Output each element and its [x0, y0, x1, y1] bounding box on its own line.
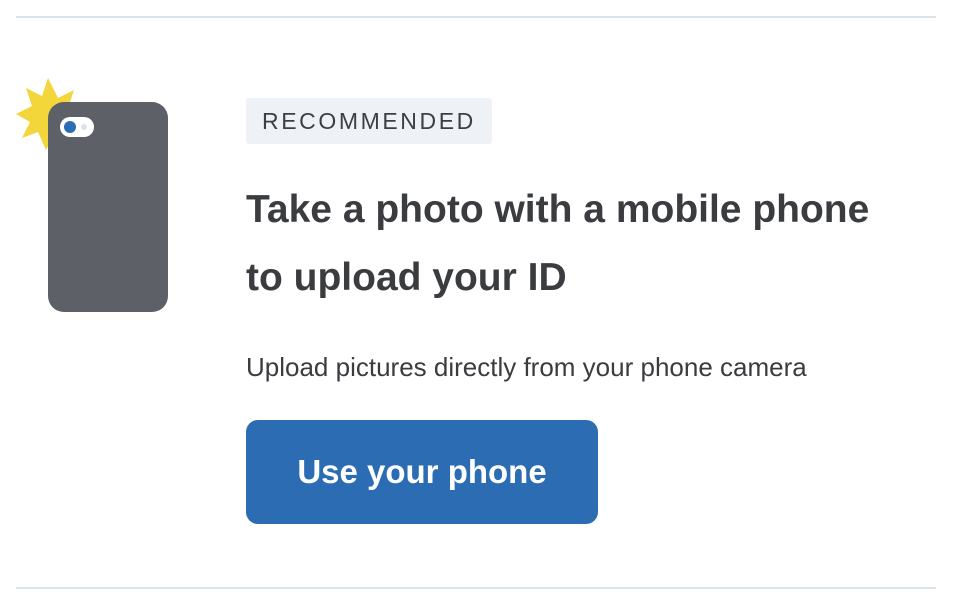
option-title: Take a photo with a mobile phone to uplo…	[246, 176, 946, 312]
use-your-phone-button[interactable]: Use your phone	[246, 420, 598, 524]
camera-lens	[64, 121, 76, 133]
option-title-line1: Take a photo with a mobile phone	[246, 188, 870, 231]
phone-camera-icon	[16, 78, 176, 318]
upload-option-card: RECOMMENDED Take a photo with a mobile p…	[0, 0, 968, 604]
bottom-divider	[16, 587, 936, 589]
option-description: Upload pictures directly from your phone…	[246, 352, 807, 382]
recommended-badge: RECOMMENDED	[246, 98, 492, 144]
camera-flash-dot	[81, 124, 87, 130]
option-content: RECOMMENDED Take a photo with a mobile p…	[246, 98, 946, 524]
option-title-line2: to upload your ID	[246, 256, 567, 299]
top-divider	[16, 16, 936, 18]
